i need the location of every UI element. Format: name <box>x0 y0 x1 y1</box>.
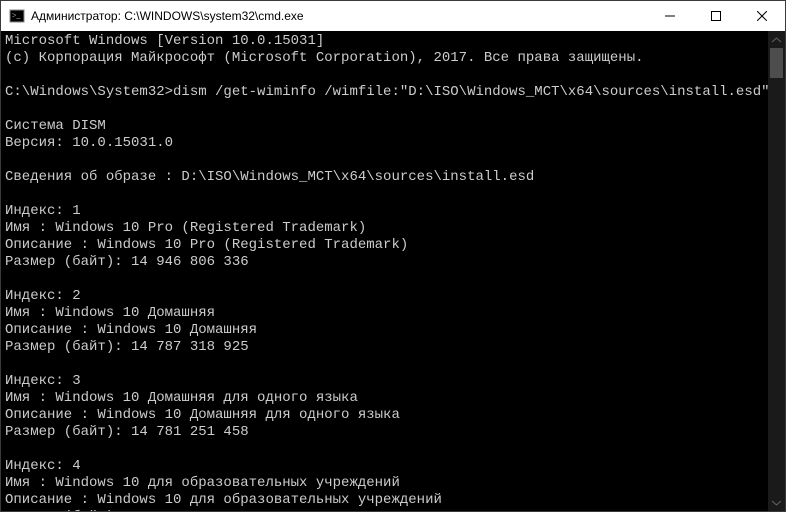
cmd-window: >_ Администратор: C:\WINDOWS\system32\cm… <box>0 0 786 512</box>
minimize-button[interactable] <box>647 1 693 31</box>
console-line: Индекс: 3 <box>5 373 781 390</box>
console-line: Индекс: 1 <box>5 203 781 220</box>
scroll-down-icon[interactable] <box>768 494 785 511</box>
console-line <box>5 356 781 373</box>
console-line: Имя : Windows 10 Домашняя для одного язы… <box>5 390 781 407</box>
console-line <box>5 152 781 169</box>
console-output[interactable]: Microsoft Windows [Version 10.0.15031](c… <box>1 31 785 511</box>
console-line: Сведения об образе : D:\ISO\Windows_MCT\… <box>5 169 781 186</box>
console-line: Размер (байт): 14 787 318 925 <box>5 339 781 356</box>
console-line: C:\Windows\System32>dism /get-wiminfo /w… <box>5 84 781 101</box>
console-line: Описание : Windows 10 Домашняя <box>5 322 781 339</box>
console-line: (c) Корпорация Майкрософт (Microsoft Cor… <box>5 50 781 67</box>
close-button[interactable] <box>739 1 785 31</box>
console-line: Имя : Windows 10 Домашняя <box>5 305 781 322</box>
console-line: Имя : Windows 10 Pro (Registered Tradema… <box>5 220 781 237</box>
console-line: Описание : Windows 10 для образовательны… <box>5 492 781 509</box>
console-line <box>5 441 781 458</box>
svg-text:>_: >_ <box>12 11 22 20</box>
console-line: Описание : Windows 10 Pro (Registered Tr… <box>5 237 781 254</box>
console-line: Версия: 10.0.15031.0 <box>5 135 781 152</box>
console-line <box>5 271 781 288</box>
window-controls <box>647 1 785 31</box>
console-line: Размер (байт): 14 946 806 336 <box>5 254 781 271</box>
console-line: Система DISM <box>5 118 781 135</box>
console-line: Индекс: 4 <box>5 458 781 475</box>
console-line <box>5 101 781 118</box>
scrollbar-thumb[interactable] <box>770 48 783 78</box>
window-title: Администратор: C:\WINDOWS\system32\cmd.e… <box>31 9 647 23</box>
scroll-up-icon[interactable] <box>768 31 785 48</box>
console-line: Microsoft Windows [Version 10.0.15031] <box>5 33 781 50</box>
maximize-button[interactable] <box>693 1 739 31</box>
console-line <box>5 186 781 203</box>
console-line <box>5 67 781 84</box>
console-line: Размер (байт): 14 326 280 347 <box>5 509 781 511</box>
console-line: Индекс: 2 <box>5 288 781 305</box>
scrollbar-track[interactable] <box>768 48 785 494</box>
console-line: Описание : Windows 10 Домашняя для одног… <box>5 407 781 424</box>
console-line: Имя : Windows 10 для образовательных учр… <box>5 475 781 492</box>
vertical-scrollbar[interactable] <box>768 31 785 511</box>
console-line: Размер (байт): 14 781 251 458 <box>5 424 781 441</box>
cmd-icon: >_ <box>9 8 25 24</box>
titlebar[interactable]: >_ Администратор: C:\WINDOWS\system32\cm… <box>1 1 785 32</box>
